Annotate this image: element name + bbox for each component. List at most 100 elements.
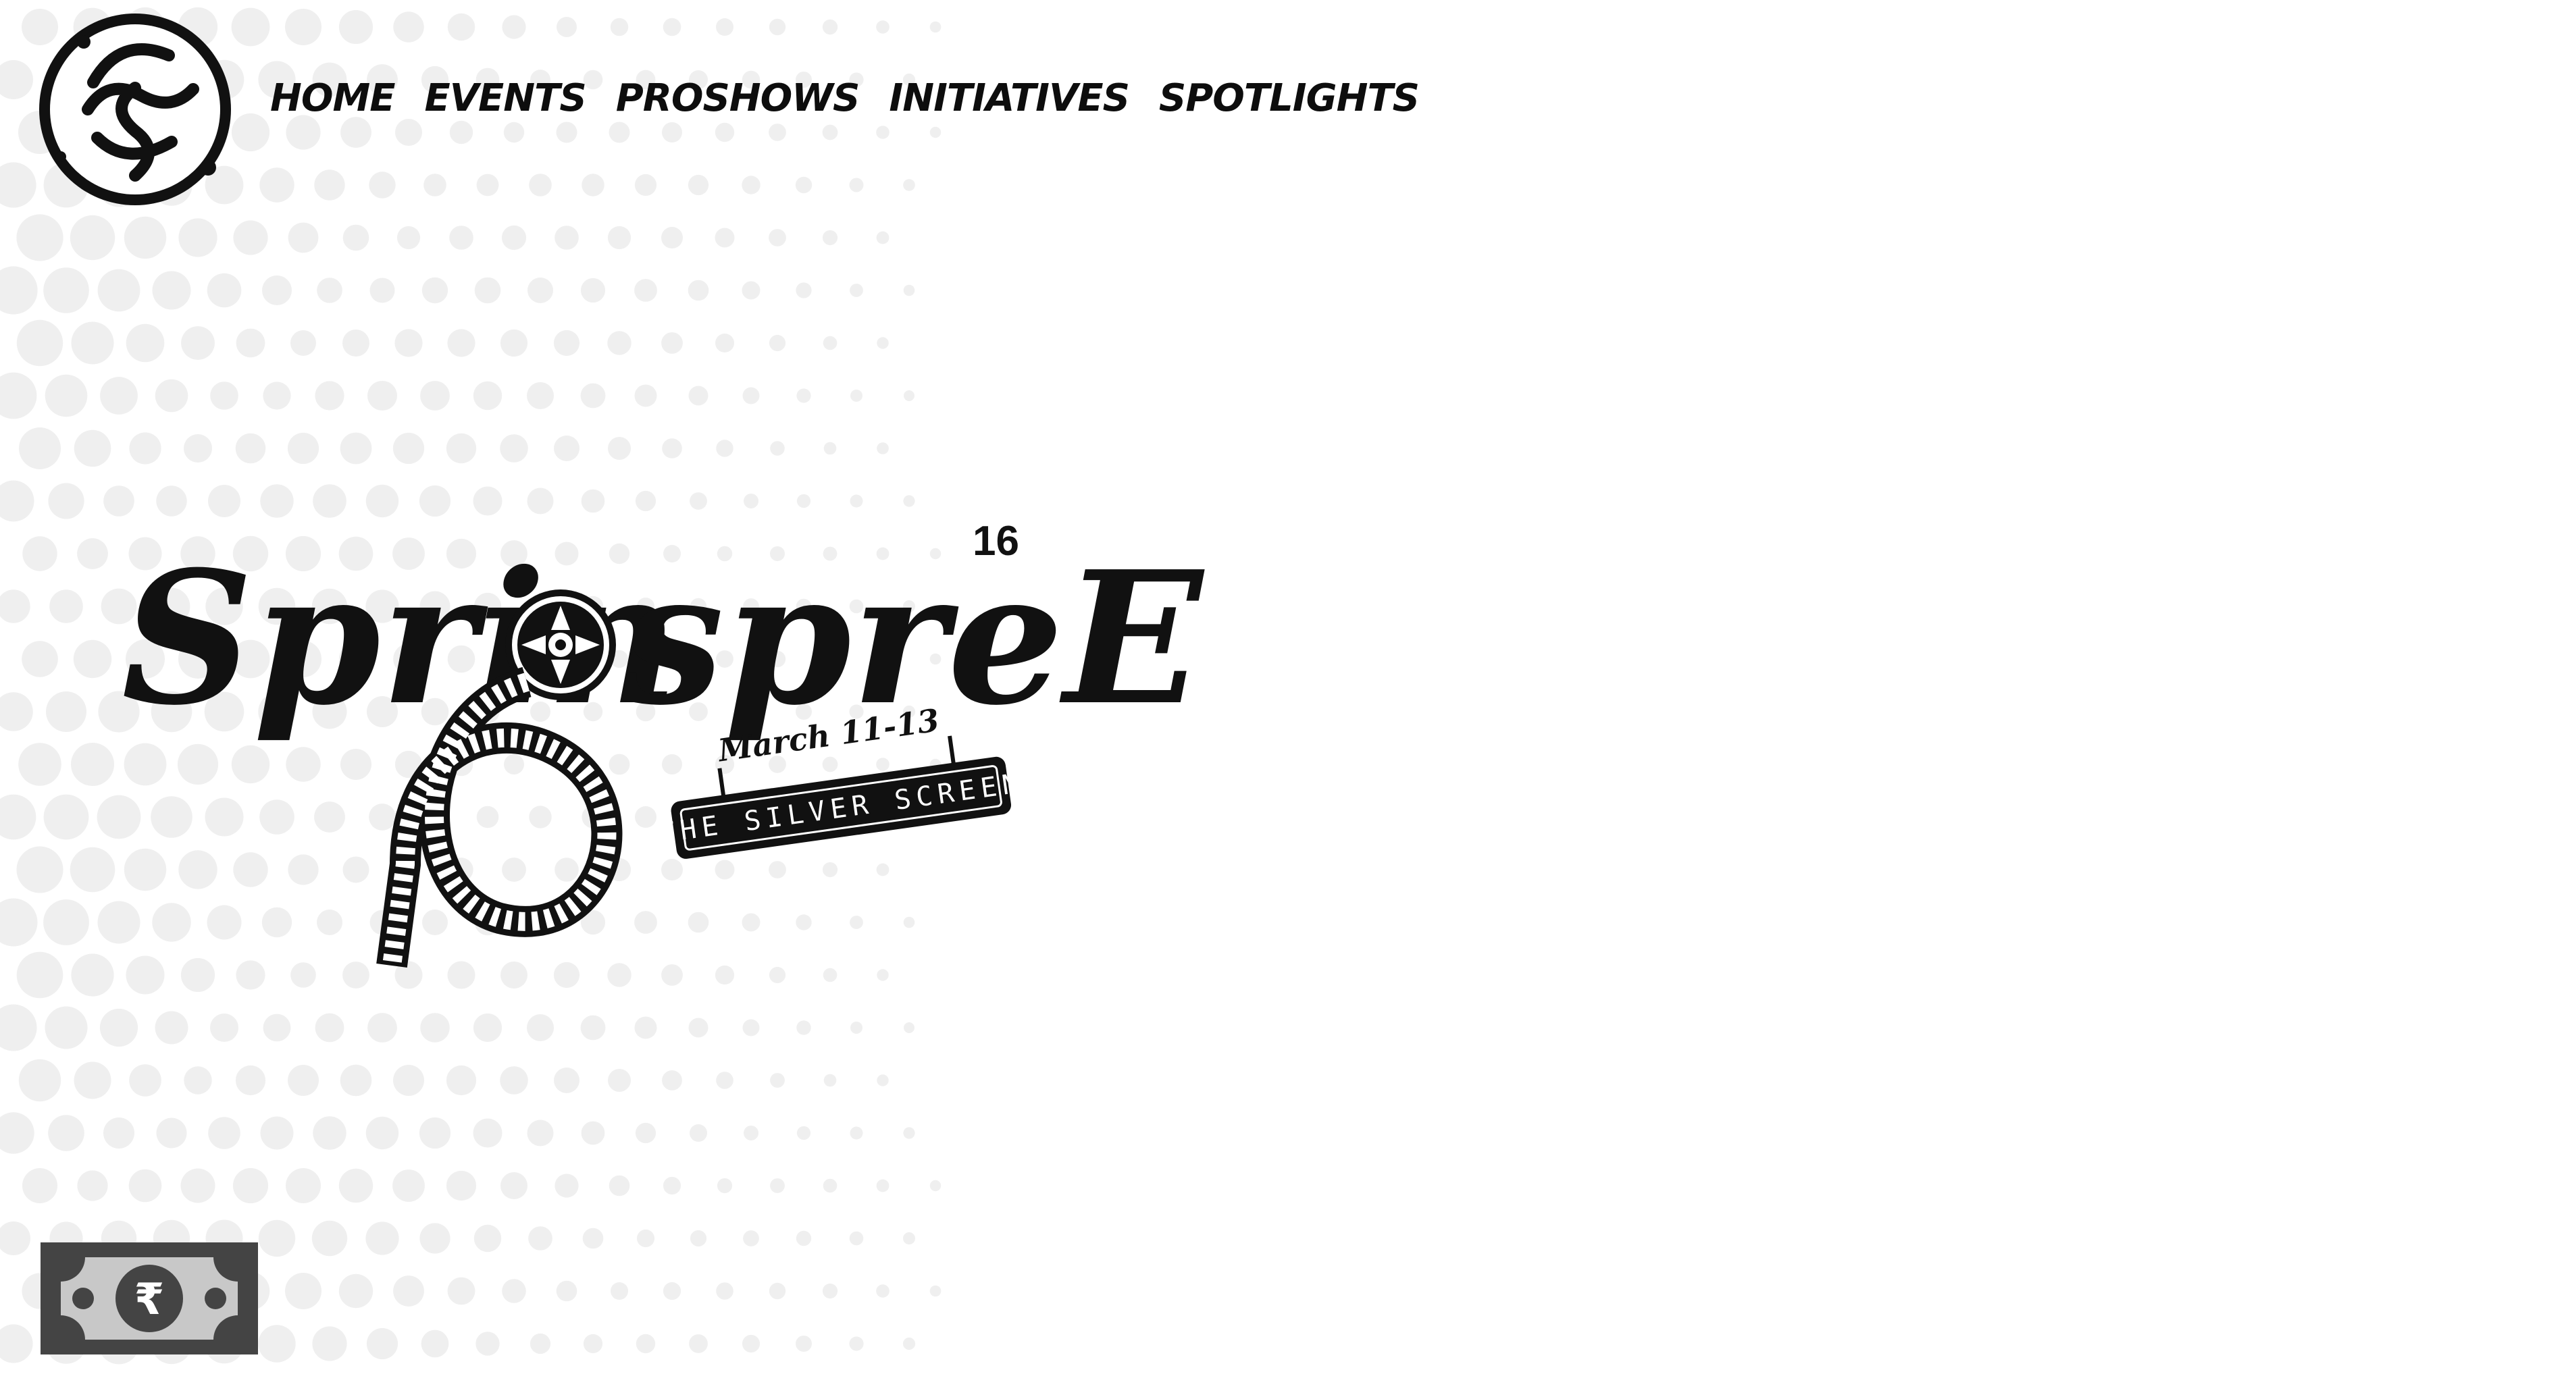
background-dot — [473, 486, 503, 516]
background-dot — [232, 1167, 269, 1204]
background-dot — [770, 1073, 785, 1088]
background-dot — [392, 432, 425, 465]
background-dot — [716, 1282, 733, 1300]
background-dot — [18, 743, 61, 786]
background-dot — [580, 278, 606, 303]
background-dot — [473, 381, 503, 411]
background-dot — [635, 490, 656, 512]
currency-note-button[interactable]: ₹ — [41, 1242, 258, 1354]
background-dot — [796, 1020, 811, 1035]
background-dot — [557, 17, 577, 37]
background-dot — [207, 273, 242, 308]
background-dot — [16, 319, 63, 367]
background-dot — [365, 1221, 399, 1255]
nav-spotlights[interactable]: SPOTLIGHTS — [1159, 80, 1420, 117]
background-dot — [500, 1172, 527, 1199]
background-dot — [823, 1178, 838, 1193]
background-dot — [210, 1014, 238, 1042]
background-dot — [608, 1069, 631, 1092]
background-dot — [553, 330, 580, 357]
background-dot — [210, 381, 238, 410]
background-dot — [16, 951, 63, 999]
background-dot — [155, 1011, 188, 1045]
background-dot — [556, 122, 577, 143]
background-dot — [715, 122, 735, 142]
background-dot — [473, 1224, 502, 1253]
background-dot — [181, 326, 215, 360]
background-dot — [314, 169, 345, 201]
background-dot — [259, 167, 294, 203]
background-dot — [636, 1334, 656, 1354]
background-dot — [527, 1120, 554, 1147]
background-dot — [502, 15, 526, 39]
background-dot — [904, 1022, 915, 1033]
background-dot — [581, 489, 605, 513]
background-dot — [662, 122, 682, 142]
background-dot — [663, 1176, 681, 1195]
background-dot — [71, 743, 114, 786]
background-dot — [367, 381, 397, 411]
background-dot — [393, 1275, 424, 1307]
nav-home[interactable]: HOME — [270, 80, 395, 117]
background-dot — [611, 1282, 628, 1300]
background-dot — [769, 124, 786, 141]
background-dot — [233, 220, 268, 255]
background-dot — [877, 442, 889, 454]
background-dot — [43, 899, 89, 945]
background-dot — [77, 538, 108, 569]
background-dot — [744, 1126, 758, 1140]
background-dot — [74, 429, 111, 467]
background-dot — [235, 1065, 266, 1096]
background-dot — [447, 1277, 475, 1305]
background-dot — [421, 1330, 449, 1358]
background-dot — [288, 222, 319, 253]
background-dot — [929, 1180, 942, 1192]
background-dot — [634, 279, 657, 302]
background-dot — [608, 437, 631, 460]
background-dot — [419, 1223, 450, 1254]
background-dot — [420, 381, 450, 411]
background-dot — [290, 330, 316, 356]
background-dot — [663, 1282, 681, 1300]
background-dot — [850, 1126, 863, 1140]
currency-symbol: ₹ — [134, 1275, 165, 1325]
background-dot — [419, 1117, 451, 1149]
background-dot — [500, 434, 528, 463]
background-dot — [527, 382, 554, 409]
background-dot — [688, 280, 709, 301]
background-dot — [795, 176, 813, 194]
background-dot — [822, 124, 838, 140]
background-dot — [369, 172, 396, 199]
background-dot — [0, 1324, 33, 1363]
background-dot — [634, 384, 657, 407]
background-dot — [769, 18, 786, 36]
nav-initiatives[interactable]: INITIATIVES — [889, 80, 1130, 117]
background-dot — [396, 226, 421, 250]
background-dot — [128, 1169, 162, 1203]
nav-events[interactable]: EVENTS — [424, 80, 586, 117]
background-dot — [581, 1121, 605, 1145]
background-dot — [260, 1116, 294, 1150]
background-dot — [236, 328, 265, 358]
background-dot — [770, 1178, 785, 1193]
background-dot — [45, 1006, 88, 1049]
edition-number: 16 — [973, 518, 1019, 564]
background-dot — [476, 174, 499, 196]
background-dot — [876, 1179, 890, 1192]
background-dot — [155, 379, 188, 413]
background-dot — [312, 1326, 347, 1361]
main-navigation: HOME EVENTS PROSHOWS INITIATIVES SPOTLIG… — [270, 80, 1420, 117]
background-dot — [503, 122, 525, 143]
background-dot — [0, 1221, 30, 1255]
site-logo[interactable] — [34, 8, 236, 211]
background-dot — [876, 20, 890, 34]
background-dot — [367, 1013, 397, 1043]
background-dot — [395, 119, 422, 146]
background-dot — [263, 1014, 291, 1042]
background-dot — [263, 381, 291, 410]
background-dot — [446, 1065, 477, 1096]
background-dot — [662, 1070, 682, 1090]
background-dot — [609, 1175, 630, 1196]
background-dot — [70, 847, 115, 893]
nav-proshows[interactable]: PROSHOWS — [616, 80, 860, 117]
